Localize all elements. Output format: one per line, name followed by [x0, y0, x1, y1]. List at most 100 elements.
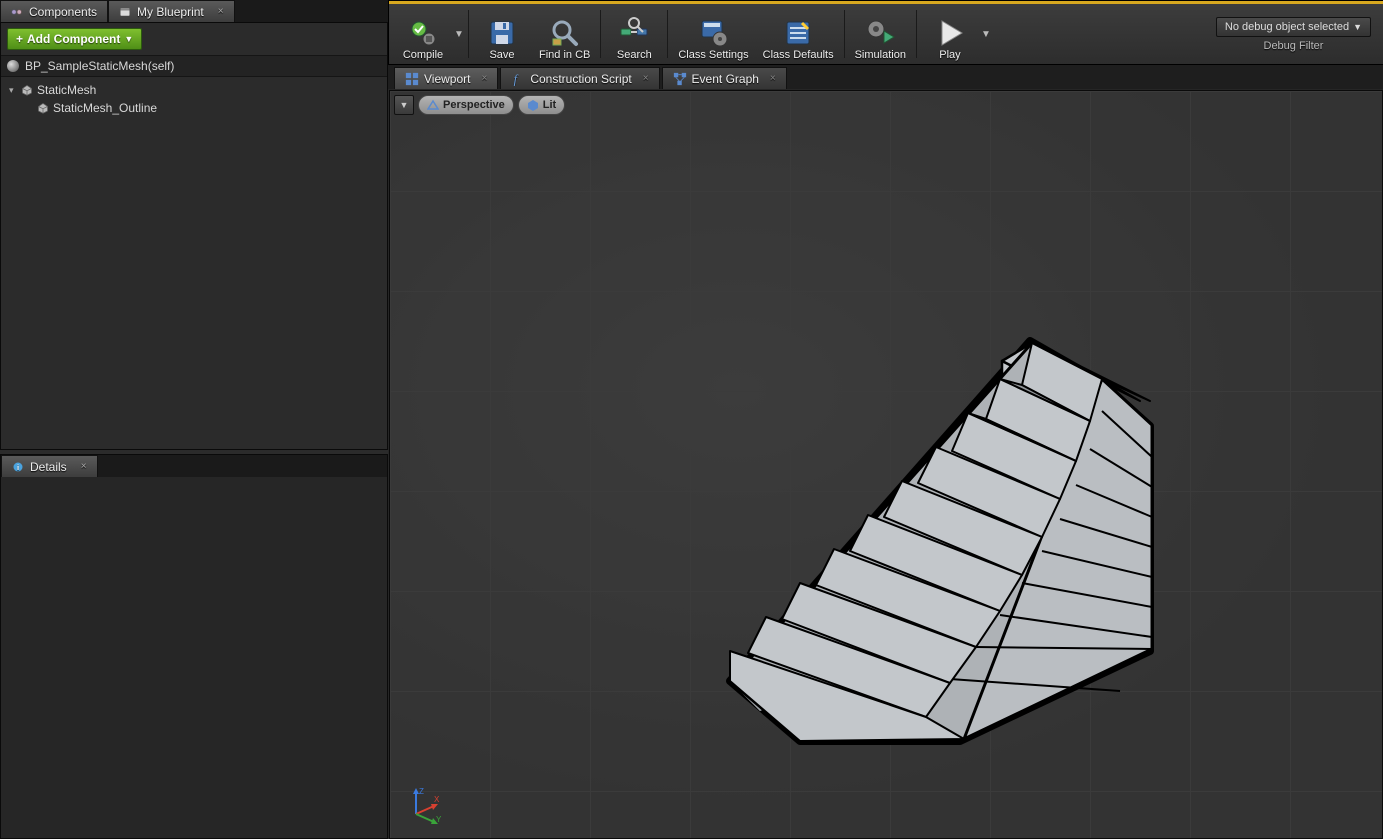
tab-viewport-label: Viewport: [424, 72, 470, 86]
class-settings-label: Class Settings: [678, 49, 748, 61]
tab-event-graph[interactable]: Event Graph ×: [662, 67, 787, 89]
add-component-button[interactable]: + Add Component ▼: [7, 28, 142, 50]
class-defaults-button[interactable]: Class Defaults: [756, 4, 841, 64]
left-column: Components My Blueprint × + Add Componen…: [0, 0, 388, 839]
toolbar: Compile ▼ Save Find in CB: [388, 0, 1383, 65]
lit-button[interactable]: Lit: [518, 95, 565, 115]
main-tabs: Viewport × f Construction Script × Event…: [388, 65, 1383, 89]
tree-item-staticmesh-outline[interactable]: StaticMesh_Outline: [1, 99, 387, 117]
left-top-tabs: Components My Blueprint ×: [0, 0, 388, 22]
save-button[interactable]: Save: [472, 4, 532, 64]
viewport-icon: [405, 72, 419, 86]
search-label: Search: [617, 49, 652, 61]
play-icon: [934, 17, 966, 49]
tab-my-blueprint[interactable]: My Blueprint ×: [108, 0, 235, 22]
chevron-down-icon: ▼: [124, 34, 133, 44]
tree-item-label: StaticMesh: [37, 83, 96, 97]
class-defaults-icon: [782, 17, 814, 49]
compile-button[interactable]: Compile: [393, 4, 453, 64]
add-component-label: Add Component: [27, 32, 120, 46]
component-tree: ▾ StaticMesh StaticMesh_Outline: [1, 77, 387, 449]
debug-object-select[interactable]: No debug object selected ▼: [1216, 17, 1371, 37]
play-button[interactable]: Play: [920, 4, 980, 64]
components-icon: [11, 6, 23, 18]
simulation-button[interactable]: Simulation: [848, 4, 913, 64]
self-row-label: BP_SampleStaticMesh(self): [25, 59, 174, 73]
blueprint-icon: [119, 6, 131, 18]
self-row[interactable]: BP_SampleStaticMesh(self): [1, 55, 387, 77]
separator: [667, 10, 668, 58]
play-label: Play: [939, 49, 960, 61]
staticmesh-icon: [37, 102, 49, 114]
viewport-menu-button[interactable]: ▼: [394, 95, 414, 115]
lit-icon: [527, 99, 539, 111]
save-icon: [486, 17, 518, 49]
perspective-button[interactable]: Perspective: [418, 95, 514, 115]
class-settings-button[interactable]: Class Settings: [671, 4, 755, 64]
find-in-cb-label: Find in CB: [539, 49, 590, 61]
close-icon[interactable]: ×: [770, 73, 776, 84]
components-panel: + Add Component ▼ BP_SampleStaticMesh(se…: [0, 22, 388, 450]
close-icon[interactable]: ×: [643, 73, 649, 84]
add-component-row: + Add Component ▼: [1, 23, 387, 55]
tab-details-label: Details: [30, 460, 67, 474]
viewport-mesh-stairs: [650, 251, 1210, 751]
close-icon[interactable]: ×: [481, 73, 487, 84]
viewport-controls: ▼ Perspective Lit: [394, 95, 565, 115]
axis-z-label: Z: [419, 787, 424, 796]
details-body: [1, 477, 387, 838]
viewport[interactable]: ▼ Perspective Lit: [389, 90, 1383, 839]
tab-viewport[interactable]: Viewport ×: [394, 67, 498, 89]
tab-my-blueprint-label: My Blueprint: [137, 5, 204, 19]
axis-x-label: X: [434, 795, 440, 804]
tab-event-graph-label: Event Graph: [692, 72, 759, 86]
search-button[interactable]: Search: [604, 4, 664, 64]
compile-dropdown[interactable]: ▼: [453, 4, 465, 64]
details-icon: i: [12, 461, 24, 473]
separator: [600, 10, 601, 58]
svg-text:i: i: [17, 463, 19, 472]
debug-object-label: No debug object selected: [1225, 21, 1349, 33]
find-in-cb-icon: [549, 17, 581, 49]
details-panel: i Details ×: [0, 454, 388, 839]
axis-gizmo: Z X Y: [404, 786, 444, 826]
staticmesh-icon: [21, 84, 33, 96]
play-dropdown[interactable]: ▼: [980, 4, 992, 64]
svg-text:f: f: [514, 72, 519, 86]
simulation-icon: [864, 17, 896, 49]
find-in-cb-button[interactable]: Find in CB: [532, 4, 597, 64]
class-defaults-label: Class Defaults: [763, 49, 834, 61]
axis-y-label: Y: [436, 815, 442, 824]
expand-icon[interactable]: ▾: [9, 85, 17, 96]
separator: [468, 10, 469, 58]
lit-label: Lit: [543, 99, 556, 111]
tree-item-staticmesh[interactable]: ▾ StaticMesh: [1, 81, 387, 99]
simulation-label: Simulation: [855, 49, 906, 61]
search-icon: [618, 17, 650, 49]
right-column: Compile ▼ Save Find in CB: [388, 0, 1383, 839]
perspective-icon: [427, 99, 439, 111]
debug-filter-label: Debug Filter: [1264, 40, 1324, 52]
save-label: Save: [489, 49, 514, 61]
plus-icon: +: [16, 32, 23, 46]
tab-components-label: Components: [29, 5, 97, 19]
separator: [916, 10, 917, 58]
details-tabs: i Details ×: [1, 455, 387, 477]
event-graph-icon: [673, 72, 687, 86]
compile-label: Compile: [403, 49, 443, 61]
tab-details[interactable]: i Details ×: [1, 455, 98, 477]
tab-construction-script-label: Construction Script: [530, 72, 631, 86]
tab-construction-script[interactable]: f Construction Script ×: [500, 67, 659, 89]
tab-components[interactable]: Components: [0, 0, 108, 22]
separator: [844, 10, 845, 58]
tree-item-label: StaticMesh_Outline: [53, 101, 157, 115]
class-settings-icon: [698, 17, 730, 49]
compile-icon: [407, 17, 439, 49]
debug-area: No debug object selected ▼ Debug Filter: [1208, 4, 1379, 64]
close-icon[interactable]: ×: [218, 6, 224, 17]
perspective-label: Perspective: [443, 99, 505, 111]
actor-icon: [7, 60, 19, 72]
chevron-down-icon: ▼: [1353, 22, 1362, 32]
close-icon[interactable]: ×: [81, 461, 87, 472]
function-icon: f: [511, 72, 525, 86]
